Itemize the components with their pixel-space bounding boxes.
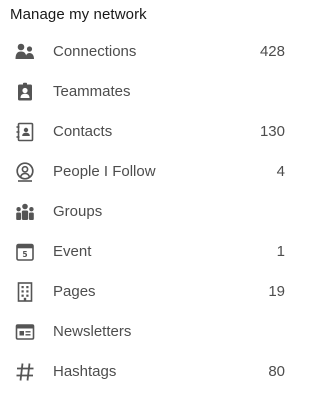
item-count: 80: [268, 363, 285, 380]
list-item-newsletters[interactable]: Newsletters: [0, 312, 304, 352]
event-icon: 5: [15, 242, 35, 262]
manage-network-panel: Manage my network Connections 428 Teamma…: [0, 0, 304, 398]
list-item-teammates[interactable]: Teammates: [0, 72, 304, 112]
list-item-connections[interactable]: Connections 428: [0, 32, 304, 72]
item-count: 4: [276, 163, 285, 180]
list-item-groups[interactable]: Groups: [0, 192, 304, 232]
item-label: Groups: [53, 203, 103, 220]
teammates-icon: [15, 82, 35, 102]
list-item-pages[interactable]: Pages 19: [0, 272, 304, 312]
item-count: 130: [259, 123, 285, 140]
contacts-icon: [15, 122, 35, 142]
connections-icon: [15, 42, 35, 62]
list-item-event[interactable]: 5 Event 1: [0, 232, 304, 272]
groups-icon: [15, 202, 35, 222]
hashtag-icon: [15, 362, 35, 382]
newsletters-icon: [15, 322, 35, 342]
item-label: Contacts: [53, 123, 113, 140]
item-label: Pages: [53, 283, 96, 300]
svg-text:5: 5: [22, 250, 27, 259]
panel-title: Manage my network: [10, 6, 147, 23]
list-item-people-i-follow[interactable]: People I Follow 4: [0, 152, 304, 192]
list-item-hashtags[interactable]: Hashtags 80: [0, 352, 304, 392]
item-count: 428: [259, 43, 285, 60]
item-label: People I Follow: [53, 163, 156, 180]
item-label: Connections: [53, 43, 137, 60]
network-list: Connections 428 Teammates Contacts 130 P…: [0, 32, 304, 392]
item-label: Teammates: [53, 83, 131, 100]
pages-icon: [15, 282, 35, 302]
item-label: Newsletters: [53, 323, 132, 340]
item-label: Event: [53, 243, 92, 260]
item-count: 1: [276, 243, 285, 260]
list-item-contacts[interactable]: Contacts 130: [0, 112, 304, 152]
people-follow-icon: [15, 162, 35, 182]
item-label: Hashtags: [53, 363, 117, 380]
item-count: 19: [268, 283, 285, 300]
